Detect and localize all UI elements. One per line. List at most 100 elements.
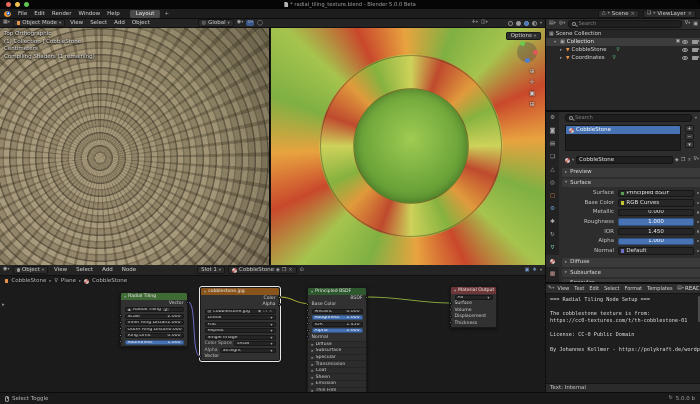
collapse-icon[interactable]: ▾ <box>204 289 206 294</box>
vp-menu-select[interactable]: Select <box>88 20 109 26</box>
fake-user-icon[interactable]: ◈ <box>675 158 679 163</box>
material-slot-selected[interactable]: CobbleStone <box>566 126 680 134</box>
node-header[interactable]: ▾ Radial Tiling <box>121 293 187 300</box>
proportional-editing-icon[interactable]: ◯ <box>257 21 263 26</box>
te-menu-view[interactable]: View <box>555 286 571 292</box>
node-canvas[interactable]: ▸ CobbleStone ▸ ∇ Plane ▸ CobbleStone ▾ … <box>0 276 545 392</box>
tab-scene[interactable]: △ <box>546 164 559 176</box>
pivot-point-icon[interactable]: ◉▾ <box>237 20 244 25</box>
exclude-checkbox-icon[interactable]: ▣ <box>676 40 680 45</box>
panel-diffuse[interactable]: ▸ Diffuse <box>562 258 700 267</box>
show-overlays-icon[interactable]: ◫▾ <box>481 20 488 25</box>
slot-specials-button[interactable]: ▾ <box>685 141 694 148</box>
node-radial-tiling[interactable]: ▾ Radial Tiling Vector ◉ Radial Tiling 2 <box>120 292 188 347</box>
updates-icon[interactable]: ↻ <box>669 396 673 401</box>
shader-input-socket[interactable] <box>449 308 452 311</box>
transform-orientation-selector[interactable]: ◎ Global ▾ <box>198 19 234 27</box>
material-slot-selector[interactable]: Slot 1 ▾ <box>197 266 225 274</box>
options-dropdown[interactable]: Options ▾ <box>506 32 541 40</box>
unlink-icon[interactable]: × <box>631 11 635 17</box>
roughness-slider[interactable]: 1.000 <box>618 218 694 225</box>
expand-caret-icon[interactable]: ▸ <box>560 56 564 61</box>
panel-surface[interactable]: ▾ Surface <box>562 179 700 188</box>
decorator-dot[interactable] <box>697 192 699 194</box>
hide-eye-icon[interactable] <box>682 40 688 44</box>
properties-search[interactable] <box>565 114 692 122</box>
camera-view-icon[interactable]: ▣ <box>529 90 535 97</box>
hide-eye-icon[interactable] <box>682 48 688 52</box>
float-socket[interactable] <box>306 329 309 332</box>
new-material-icon[interactable]: ❐ <box>681 158 685 163</box>
te-menu-select[interactable]: Select <box>602 286 621 292</box>
collapse-icon[interactable]: ▾ <box>311 289 313 294</box>
outliner-row-scene-collection[interactable]: ▦ Scene Collection <box>546 30 700 38</box>
workspace-tab-layout[interactable]: Layout <box>130 10 161 18</box>
text-editor-icon[interactable]: ✎▾ <box>548 286 554 291</box>
ne-menu-node[interactable]: Node <box>119 267 139 273</box>
mode-selector[interactable]: Object Mode ▾ <box>13 19 65 27</box>
axis-x-handle[interactable] <box>533 50 538 55</box>
tab-object[interactable]: ▢ <box>546 190 559 202</box>
node-header[interactable]: ▾ Principled BSDF <box>308 288 366 295</box>
float-socket[interactable] <box>119 314 122 317</box>
outliner-search-input[interactable] <box>578 21 677 27</box>
browse-material-icon[interactable]: ▾ <box>572 158 574 163</box>
ior-slider[interactable]: 1.450 <box>618 228 694 235</box>
shader-input-socket[interactable] <box>449 302 452 305</box>
decorator-dot[interactable] <box>697 230 699 232</box>
navigation-gizmo[interactable] <box>517 42 537 62</box>
shading-rendered-icon[interactable] <box>532 21 537 26</box>
zoom-button[interactable] <box>24 2 29 7</box>
text-editor-body[interactable]: === Radial Tiling Node Setup === The cob… <box>546 294 700 383</box>
tab-output[interactable]: ▤ <box>546 138 559 150</box>
menu-edit[interactable]: Edit <box>31 11 48 17</box>
collapse-icon[interactable]: ▾ <box>454 288 456 293</box>
section-emission[interactable]: ▸Emission <box>308 380 366 387</box>
disable-render-icon[interactable] <box>692 48 698 52</box>
pin-icon[interactable]: ⊙ <box>300 268 304 273</box>
users-count-badge[interactable]: 2 <box>163 307 169 312</box>
specials-icon[interactable]: ∇▾ <box>693 157 699 162</box>
menu-help[interactable]: Help <box>104 11 123 17</box>
float-input-socket[interactable] <box>449 321 452 324</box>
tab-texture[interactable]: ▩ <box>546 268 559 280</box>
input-roundness[interactable]: Roundness1.000 <box>121 339 187 346</box>
shader-type-selector[interactable]: Object ▾ <box>13 266 48 274</box>
node-image-texture[interactable]: ▾ cobblestone.jpg Color Alpha ▤ cobblest… <box>200 287 280 361</box>
snap-magnet-icon[interactable]: ∪▾ <box>246 20 254 25</box>
vector-output-socket[interactable] <box>186 301 189 304</box>
menu-render[interactable]: Render <box>49 11 75 17</box>
section-subsurface[interactable]: ▸Subsurface <box>308 347 366 354</box>
float-socket[interactable] <box>306 322 309 325</box>
snap-toggle-icon[interactable]: ▣ <box>525 268 530 273</box>
expand-caret-icon[interactable]: ▸ <box>560 48 564 53</box>
vector-input-socket[interactable] <box>306 335 309 338</box>
section-diffuse[interactable]: ▸Diffuse <box>308 341 366 348</box>
tab-particles[interactable]: ✱ <box>546 216 559 228</box>
outliner-search[interactable] <box>568 20 681 28</box>
float-socket[interactable] <box>119 334 122 337</box>
add-slot-button[interactable]: + <box>685 125 694 132</box>
panel-preview[interactable]: ▸ Preview <box>562 168 700 177</box>
show-gizmo-icon[interactable]: ✛▾ <box>472 20 478 25</box>
vp-menu-view[interactable]: View <box>68 20 85 26</box>
shading-dropdown-icon[interactable]: ▾ <box>540 21 542 26</box>
minimize-button[interactable] <box>15 2 20 7</box>
vector-input-socket[interactable] <box>199 355 202 358</box>
float-socket[interactable] <box>306 316 309 319</box>
panel-subsurface[interactable]: ▸ Subsurface <box>562 269 700 278</box>
shading-material-preview-icon[interactable] <box>524 21 529 26</box>
base-color-menu[interactable]: RGB Curves <box>618 199 694 206</box>
duplicate-icon[interactable]: ❐ <box>263 309 267 313</box>
tab-world[interactable]: ◎ <box>546 177 559 189</box>
section-sheen[interactable]: ▸Sheen <box>308 373 366 380</box>
ne-menu-add[interactable]: Add <box>99 267 116 273</box>
metallic-slider[interactable]: 0.000 <box>618 209 694 216</box>
viewport-3d-right[interactable]: Options ▾ ⊕ ✛ ▣ ⊞ <box>271 28 545 265</box>
section-thin-film[interactable]: ▸Thin Film <box>308 387 366 392</box>
color-input-socket[interactable] <box>306 303 309 306</box>
menu-window[interactable]: Window <box>75 11 103 17</box>
float-socket[interactable] <box>119 321 122 324</box>
ne-menu-view[interactable]: View <box>51 267 70 273</box>
te-menu-templates[interactable]: Templates <box>645 286 674 292</box>
